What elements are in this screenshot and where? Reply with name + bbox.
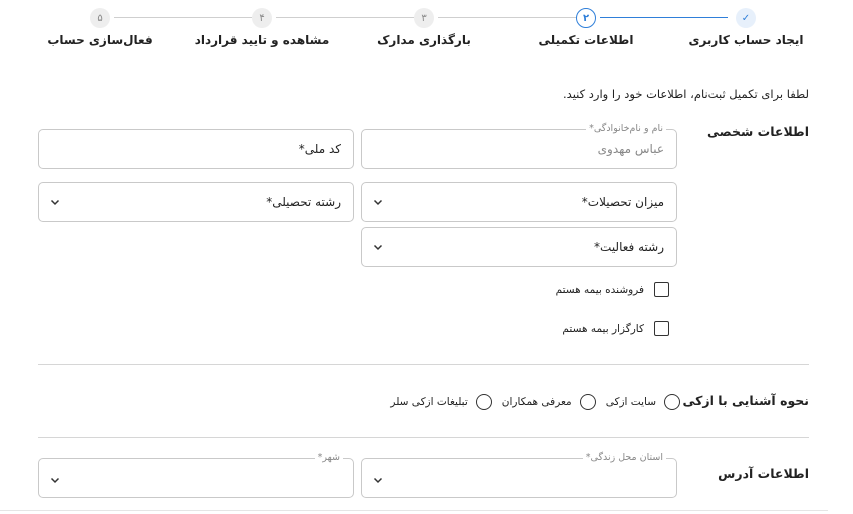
chevron-down-icon	[373, 199, 383, 206]
step-number: ۴	[252, 8, 272, 28]
field-placeholder: کد ملی*	[298, 142, 341, 156]
section-title-personal: اطلاعات شخصی	[707, 124, 809, 139]
step-activate-account: ۵ فعال‌سازی حساب	[30, 8, 170, 47]
step-number: ۳	[414, 8, 434, 28]
activity-field-select[interactable]: رشته فعالیت*	[361, 227, 677, 267]
section-divider	[38, 364, 809, 365]
national-code-field[interactable]: کد ملی*	[38, 129, 354, 169]
step-label: فعال‌سازی حساب	[47, 33, 153, 47]
chevron-down-icon	[373, 244, 383, 251]
step-label: مشاهده و تایید قرارداد	[194, 33, 330, 47]
radio-option-azki-seller-ads[interactable]: تبلیغات ازکی سلر	[390, 394, 492, 410]
full-name-field[interactable]: نام و نام‌خانوادگی* عباس مهدوی	[361, 123, 677, 169]
step-label: بارگذاری مدارک	[377, 33, 471, 47]
field-value: عباس مهدوی	[597, 142, 664, 156]
field-placeholder: رشته تحصیلی*	[266, 195, 341, 209]
field-label: نام و نام‌خانوادگی*	[586, 123, 666, 134]
field-of-study-select[interactable]: رشته تحصیلی*	[38, 182, 354, 222]
radio-label: معرفی همکاران	[501, 396, 572, 408]
section-title-address: اطلاعات آدرس	[718, 466, 809, 481]
province-select[interactable]: استان محل زندگی*	[361, 452, 677, 498]
city-select[interactable]: شهر*	[38, 452, 354, 498]
intro-text: لطفا برای تکمیل ثبت‌نام، اطلاعات خود را …	[563, 87, 809, 101]
step-upload-documents: ۳ بارگذاری مدارک	[354, 8, 494, 47]
step-number: ۲	[576, 8, 596, 28]
bottom-border	[0, 510, 828, 511]
progress-stepper: ✓ ایجاد حساب کاربری ۲ اطلاعات تکمیلی ۳ ب…	[0, 0, 853, 60]
section-title-acquaintance: نحوه آشنایی با ازکی	[682, 393, 809, 408]
field-label: شهر*	[314, 452, 343, 463]
field-label: استان محل زندگی*	[582, 452, 666, 463]
checkbox-insurance-seller[interactable]: فروشنده بیمه هستم	[556, 282, 669, 297]
radio-button[interactable]	[475, 394, 492, 410]
step-create-account: ✓ ایجاد حساب کاربری	[676, 8, 816, 47]
checkbox-label: فروشنده بیمه هستم	[555, 283, 644, 296]
radio-label: سایت ازکی	[605, 396, 656, 408]
radio-button[interactable]	[664, 394, 680, 410]
checkbox[interactable]	[654, 282, 669, 297]
checkbox-label: کارگزار بیمه هستم	[562, 322, 644, 335]
field-placeholder: میزان تحصیلات*	[581, 195, 664, 209]
step-additional-info: ۲ اطلاعات تکمیلی	[516, 8, 656, 47]
step-number: ۵	[90, 8, 110, 28]
chevron-down-icon	[373, 477, 383, 484]
section-divider	[38, 437, 809, 438]
step-label: اطلاعات تکمیلی	[538, 33, 634, 47]
step-label: ایجاد حساب کاربری	[688, 33, 804, 47]
step-contract: ۴ مشاهده و تایید قرارداد	[192, 8, 332, 47]
check-icon: ✓	[736, 8, 756, 28]
radio-option-colleague-referral[interactable]: معرفی همکاران	[502, 394, 596, 410]
chevron-down-icon	[50, 477, 60, 484]
radio-option-azki-site[interactable]: سایت ازکی	[606, 394, 680, 410]
acquaintance-radio-group: سایت ازکی معرفی همکاران تبلیغات ازکی سلر	[380, 394, 680, 410]
radio-label: تبلیغات ازکی سلر	[390, 396, 468, 408]
checkbox-insurance-broker[interactable]: کارگزار بیمه هستم	[562, 321, 669, 336]
education-level-select[interactable]: میزان تحصیلات*	[361, 182, 677, 222]
chevron-down-icon	[50, 199, 60, 206]
checkbox[interactable]	[654, 321, 669, 336]
radio-button[interactable]	[579, 394, 596, 410]
field-placeholder: رشته فعالیت*	[594, 240, 664, 254]
